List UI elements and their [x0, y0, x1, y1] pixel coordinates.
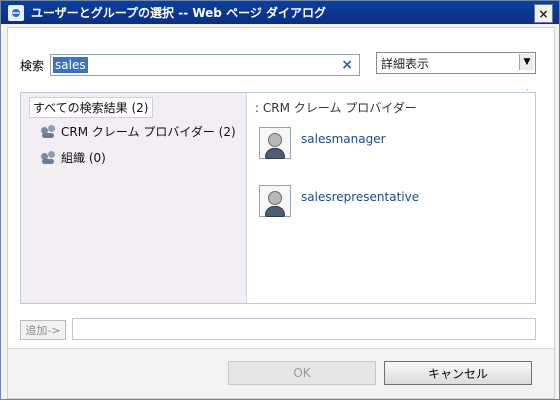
search-value: sales: [53, 57, 88, 73]
user-icon: [259, 127, 291, 159]
tree-item-organization[interactable]: 組織 (0): [41, 149, 106, 166]
close-icon: ×: [538, 6, 549, 21]
search-label: 検索: [20, 58, 45, 73]
search-input[interactable]: sales ×: [50, 54, 361, 76]
ie-icon: [7, 3, 25, 22]
dropdown-arrow-icon[interactable]: ▼: [519, 54, 534, 70]
tree-item-label: 組織 (0): [61, 151, 106, 165]
title-bar: ユーザーとグループの選択 -- Web ページ ダイアログ ×: [1, 1, 559, 24]
view-mode-value: 詳細表示: [381, 56, 430, 71]
user-name[interactable]: salesrepresentative: [301, 190, 419, 204]
window-title: ユーザーとグループの選択 -- Web ページ ダイアログ: [31, 6, 327, 20]
results-list: : CRM クレーム プロバイダー salesmanager salesrepr…: [247, 93, 535, 303]
tree-item-label: CRM クレーム プロバイダー (2): [61, 125, 236, 139]
selected-items-field[interactable]: [72, 318, 536, 340]
user-name[interactable]: salesmanager: [301, 132, 386, 146]
dialog-content: 検索 sales × 詳細表示 ▼ · すべての検索結果 (2) CRM クレー…: [7, 27, 555, 399]
ie-glyph-icon: [12, 8, 20, 17]
tree-root-all-results[interactable]: すべての検索結果 (2): [29, 97, 153, 118]
results-tree: すべての検索結果 (2) CRM クレーム プロバイダー (2) 組織 (0): [21, 93, 247, 303]
results-panel: すべての検索結果 (2) CRM クレーム プロバイダー (2) 組織 (0) …: [20, 92, 536, 304]
ok-button[interactable]: OK: [228, 361, 376, 385]
view-mode-select[interactable]: 詳細表示 ▼: [376, 52, 536, 74]
user-item-salesrepresentative[interactable]: salesrepresentative: [259, 185, 419, 217]
results-header: : CRM クレーム プロバイダー: [255, 101, 417, 115]
dialog-window: ユーザーとグループの選択 -- Web ページ ダイアログ × 検索 sales…: [0, 0, 560, 400]
group-icon: [41, 150, 57, 165]
cancel-button[interactable]: キャンセル: [384, 361, 532, 385]
clear-search-icon[interactable]: ×: [341, 57, 353, 73]
add-button[interactable]: 追加->: [20, 320, 66, 340]
user-item-salesmanager[interactable]: salesmanager: [259, 127, 386, 159]
user-icon: [259, 185, 291, 217]
close-button[interactable]: ×: [534, 4, 553, 23]
search-row: 検索 sales ×: [20, 54, 361, 76]
tree-item-crm-claim-provider[interactable]: CRM クレーム プロバイダー (2): [41, 123, 236, 140]
group-icon: [41, 124, 57, 139]
footer: OK キャンセル: [8, 349, 554, 398]
